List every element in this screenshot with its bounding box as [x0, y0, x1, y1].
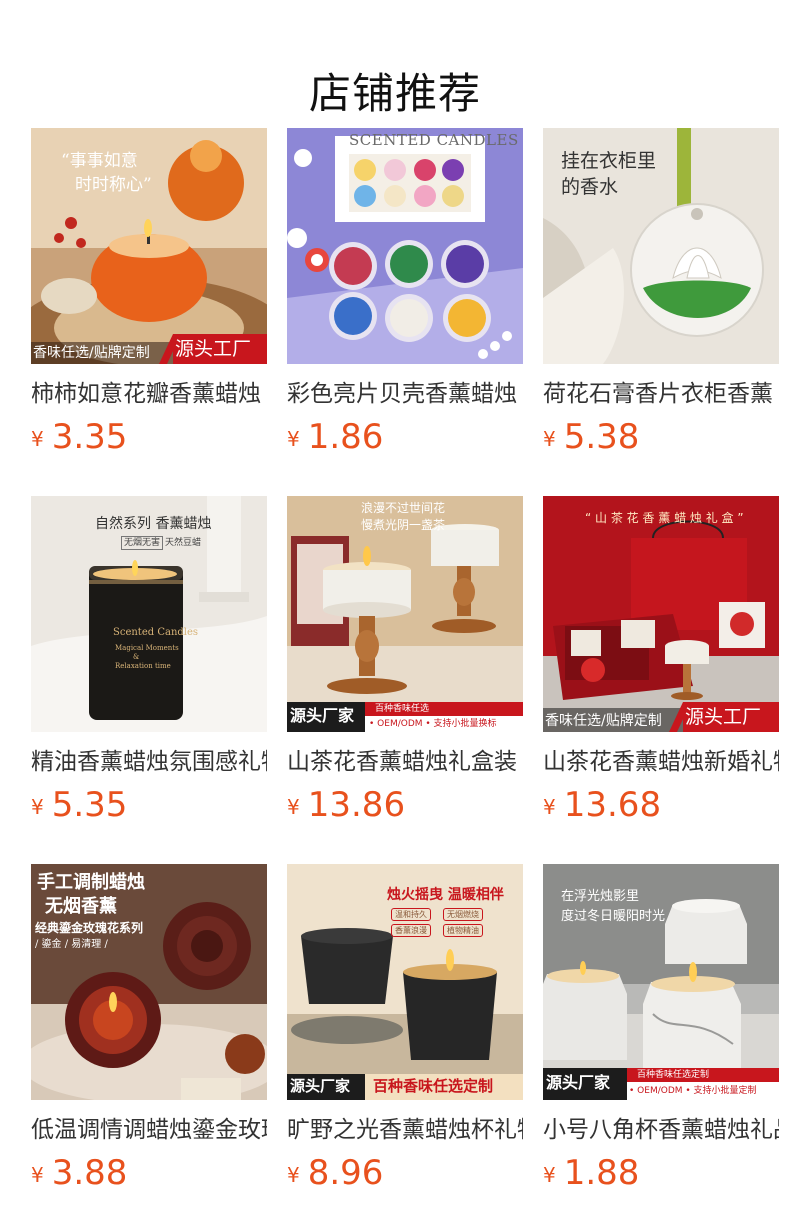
camellia-gift-box-image[interactable]: “ 山 茶 花 香 薰 蜡 烛 礼 盒 ” 香味任选/贴牌定制 源头工厂	[543, 496, 779, 732]
price-amount: 3.88	[51, 1153, 128, 1193]
price-amount: 13.68	[563, 785, 662, 825]
image-badge-right: 百种香味任选定制	[373, 1077, 494, 1095]
image-caption-line: 慢煮光阴一盏茶	[361, 518, 446, 532]
price-amount: 5.35	[51, 785, 128, 825]
product-name[interactable]: 精油香薰蜡烛氛围感礼物	[31, 744, 267, 780]
rose-shaped-candle-image[interactable]: 手工调制蜡烛 无烟香薰 经典鎏金玫瑰花系列 / 鎏金 / 易清理 /	[31, 864, 267, 1100]
image-badge-left: 香味任选/贴牌定制	[33, 345, 150, 361]
wooden-stand-candle-image[interactable]: 浪漫不过世间花 慢煮光阴一盏茶 源头厂家 百种香味任选 • OEM/ODM • …	[287, 496, 523, 732]
product-name[interactable]: 彩色亮片贝壳香薰蜡烛	[287, 376, 523, 412]
image-tag: 植物精油	[443, 924, 483, 937]
product-price: ¥3.35	[31, 416, 127, 458]
marble-octagon-candle-image[interactable]: 在浮光烛影里 度过冬日暖阳时光 源头厂家 百种香味任选定制 • OEM/ODM …	[543, 864, 779, 1100]
price-amount: 1.88	[563, 1153, 640, 1193]
product-price: ¥1.88	[543, 1152, 639, 1194]
image-caption-line: 手工调制蜡烛	[37, 872, 145, 893]
image-caption-line: 经典鎏金玫瑰花系列	[35, 921, 144, 935]
product-name[interactable]: 低温调情调蜡烛鎏金玫瑰	[31, 1112, 267, 1148]
black-jar-candle-image[interactable]: 自然系列 香薰蜡烛 无烟无害 天然豆蜡 Scented Candles Magi…	[31, 496, 267, 732]
product-price: ¥13.68	[543, 784, 661, 826]
jar-label-text: Magical Moments	[115, 644, 179, 652]
currency-symbol: ¥	[31, 427, 44, 451]
product-card[interactable]: 手工调制蜡烛 无烟香薰 经典鎏金玫瑰花系列 / 鎏金 / 易清理 / 低温调情调…	[31, 864, 267, 1204]
currency-symbol: ¥	[31, 1163, 44, 1187]
image-badge-left: 香味任选/贴牌定制	[545, 713, 662, 729]
image-badge-left: 源头厂家	[290, 1077, 351, 1095]
image-badge-right-bottom: • OEM/ODM • 支持小批量定制	[629, 1086, 757, 1096]
product-card[interactable]: SCENTED CANDLES 彩色亮片贝壳香薰蜡烛 ¥1.86	[287, 128, 523, 468]
image-caption-line: “事事如意	[61, 151, 138, 171]
product-price: ¥8.96	[287, 1152, 383, 1194]
price-amount: 1.86	[307, 417, 384, 457]
currency-symbol: ¥	[31, 795, 44, 819]
image-tag: 无烟燃烧	[443, 908, 483, 921]
image-badge-right-bottom: • OEM/ODM • 支持小批量换标	[369, 719, 497, 729]
currency-symbol: ¥	[543, 1163, 556, 1187]
image-badge-left: 源头厂家	[546, 1073, 611, 1092]
image-tag: 香薰浪漫	[391, 924, 431, 937]
image-caption-line: 挂在衣柜里	[561, 150, 657, 172]
product-name[interactable]: 荷花石膏香片衣柜香薰	[543, 376, 779, 412]
currency-symbol: ¥	[287, 795, 300, 819]
product-card[interactable]: “事事如意 时时称心” 香味任选/贴牌定制 源头工厂 柿柿如意花瓣香薰蜡烛 ¥3…	[31, 128, 267, 468]
jar-label-text: Relaxation time	[115, 662, 171, 670]
price-amount: 8.96	[307, 1153, 384, 1193]
product-name[interactable]: 山茶花香薰蜡烛礼盒装	[287, 744, 523, 780]
product-card[interactable]: 挂在衣柜里 的香水 荷花石膏香片衣柜香薰 ¥5.38	[543, 128, 779, 468]
image-caption-line: 在浮光烛影里	[561, 889, 640, 904]
currency-symbol: ¥	[287, 1163, 300, 1187]
shell-tealight-candles-image[interactable]: SCENTED CANDLES	[287, 128, 523, 364]
jar-label-text: &	[133, 653, 140, 661]
product-card[interactable]: 浪漫不过世间花 慢煮光阴一盏茶 源头厂家 百种香味任选 • OEM/ODM • …	[287, 496, 523, 836]
price-amount: 3.35	[51, 417, 128, 457]
image-caption-line: 度过冬日暖阳时光	[561, 909, 666, 924]
product-name[interactable]: 小号八角杯香薰蜡烛礼品	[543, 1112, 779, 1148]
image-caption-line: / 鎏金 / 易清理 /	[35, 939, 108, 950]
product-price: ¥5.38	[543, 416, 639, 458]
image-badge-left: 源头厂家	[290, 706, 355, 725]
product-name[interactable]: 山茶花香薰蜡烛新婚礼物	[543, 744, 779, 780]
black-ceramic-candle-image[interactable]: 烛火摇曳 温暖相伴 温和持久 无烟燃烧 香薰浪漫 植物精油 源头厂家 百种香味任…	[287, 864, 523, 1100]
image-caption-line: 的香水	[561, 176, 619, 198]
price-amount: 13.86	[307, 785, 406, 825]
image-badge-right-top: 百种香味任选定制	[637, 1070, 710, 1080]
image-caption-line: 烛火摇曳 温暖相伴	[387, 887, 504, 903]
product-card[interactable]: 在浮光烛影里 度过冬日暖阳时光 源头厂家 百种香味任选定制 • OEM/ODM …	[543, 864, 779, 1204]
currency-symbol: ¥	[543, 795, 556, 819]
image-tag: 无烟无害	[121, 536, 164, 550]
product-card[interactable]: “ 山 茶 花 香 薰 蜡 烛 礼 盒 ” 香味任选/贴牌定制 源头工厂 山茶花…	[543, 496, 779, 836]
image-tag: 天然豆蜡	[165, 538, 202, 548]
lotus-plaster-sachet-image[interactable]: 挂在衣柜里 的香水	[543, 128, 779, 364]
image-badge-right: 源头工厂	[685, 706, 762, 728]
persimmon-candle-image[interactable]: “事事如意 时时称心” 香味任选/贴牌定制 源头工厂	[31, 128, 267, 364]
product-price: ¥13.86	[287, 784, 405, 826]
image-caption-line: 无烟香薰	[45, 896, 117, 917]
image-caption-line: 浪漫不过世间花	[361, 501, 446, 515]
image-badge-right-top: 百种香味任选	[375, 704, 430, 714]
image-badge-right: 源头工厂	[175, 338, 252, 360]
page-title: 店铺推荐	[308, 69, 481, 119]
product-card[interactable]: 自然系列 香薰蜡烛 无烟无害 天然豆蜡 Scented Candles Magi…	[31, 496, 267, 836]
product-name[interactable]: 柿柿如意花瓣香薰蜡烛	[31, 376, 267, 412]
product-price: ¥5.35	[31, 784, 127, 826]
product-card[interactable]: 烛火摇曳 温暖相伴 温和持久 无烟燃烧 香薰浪漫 植物精油 源头厂家 百种香味任…	[287, 864, 523, 1204]
product-price: ¥3.88	[31, 1152, 127, 1194]
image-caption-line: 时时称心”	[75, 175, 152, 195]
price-amount: 5.38	[563, 417, 640, 457]
jar-label-text: Scented Candles	[113, 627, 199, 638]
currency-symbol: ¥	[543, 427, 556, 451]
image-caption-line: SCENTED CANDLES	[349, 131, 519, 149]
currency-symbol: ¥	[287, 427, 300, 451]
image-caption-line: “ 山 茶 花 香 薰 蜡 烛 礼 盒 ”	[585, 511, 744, 525]
image-tag: 温和持久	[391, 908, 431, 921]
product-name[interactable]: 旷野之光香薰蜡烛杯礼物	[287, 1112, 523, 1148]
image-caption-line: 自然系列 香薰蜡烛	[95, 516, 212, 532]
product-price: ¥1.86	[287, 416, 383, 458]
